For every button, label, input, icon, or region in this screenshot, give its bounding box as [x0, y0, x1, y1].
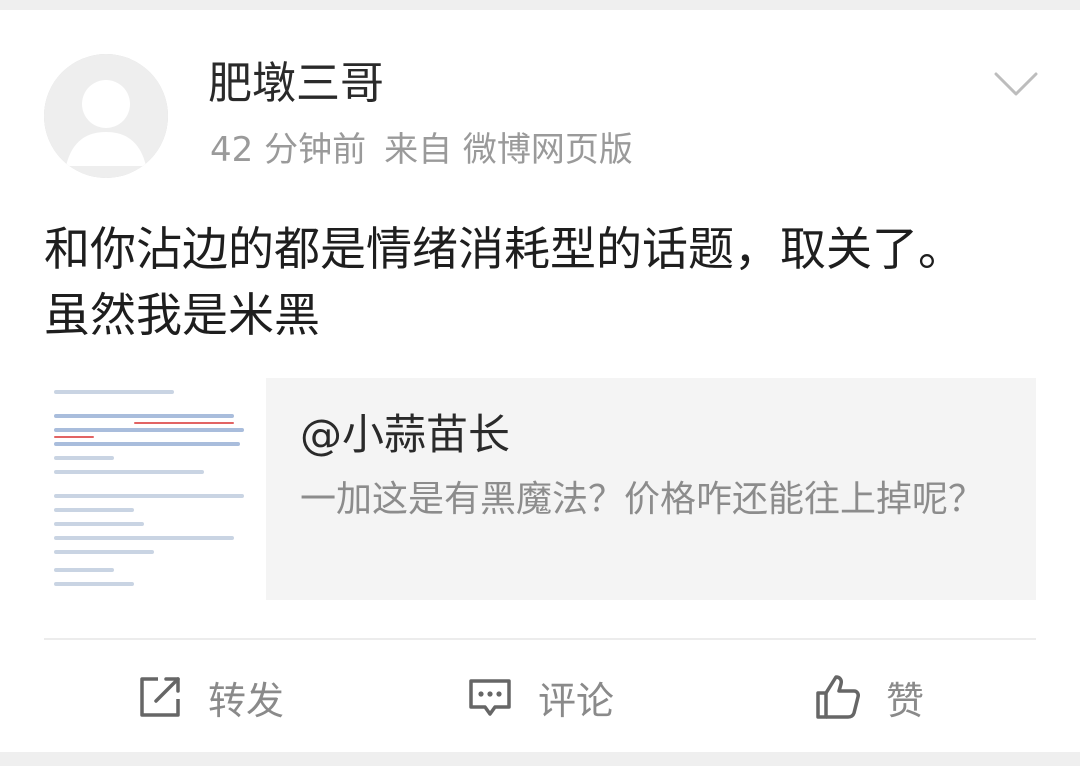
- post-source: 来自 微博网页版: [384, 130, 633, 170]
- comment-label: 评论: [538, 678, 615, 723]
- repost-text: 一加这是有黑魔法？价格咋还能往上掉呢？: [300, 479, 985, 520]
- default-avatar-icon: [44, 54, 168, 178]
- share-arrow-icon: [140, 677, 180, 717]
- repost-username[interactable]: @小蒜苗长: [300, 408, 510, 462]
- avatar[interactable]: [44, 54, 168, 178]
- chevron-down-icon[interactable]: [990, 64, 1042, 104]
- post-meta: 42 分钟前 来自 微博网页版: [210, 128, 651, 172]
- divider: [44, 638, 1036, 640]
- repost-card[interactable]: @小蒜苗长 一加这是有黑魔法？价格咋还能往上掉呢？: [44, 378, 1036, 600]
- post-time: 42 分钟前: [210, 130, 367, 170]
- post-card[interactable]: 肥墩三哥 42 分钟前 来自 微博网页版 和你沾边的都是情绪消耗型的话题，取关了。…: [0, 10, 1080, 752]
- forward-button[interactable]: 转发: [136, 664, 284, 730]
- username[interactable]: 肥墩三哥: [208, 56, 384, 112]
- post-text: 和你沾边的都是情绪消耗型的话题，取关了。虽然我是米黑: [44, 222, 964, 342]
- like-label: 赞: [886, 678, 925, 723]
- forward-label: 转发: [208, 678, 285, 723]
- comment-bubble-icon: [469, 679, 511, 716]
- thumbs-up-icon: [816, 675, 860, 719]
- like-button[interactable]: 赞: [814, 664, 924, 730]
- comment-button[interactable]: 评论: [466, 664, 614, 730]
- repost-thumbnail[interactable]: [44, 378, 266, 600]
